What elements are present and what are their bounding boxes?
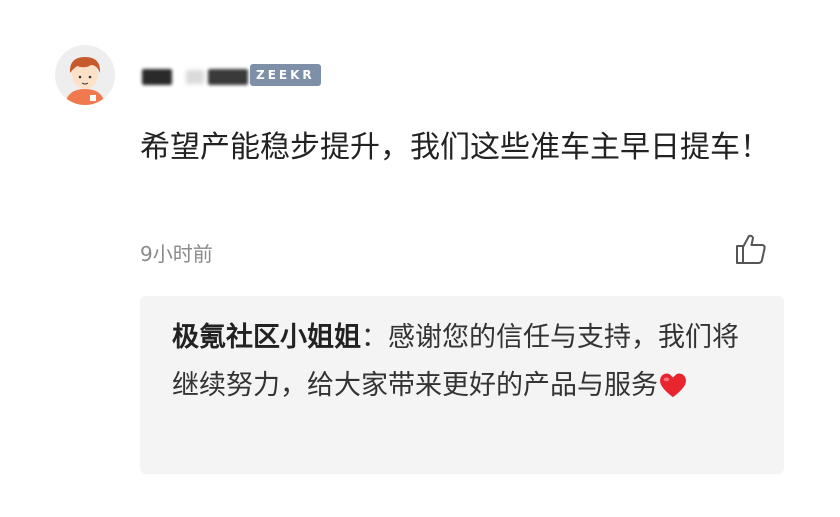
comment-timestamp: 9小时前 [140, 242, 213, 266]
redacted-block [142, 69, 172, 85]
comment-text: 希望产能稳步提升，我们这些准车主早日提车！ [140, 130, 770, 165]
username-redacted[interactable] [142, 64, 248, 90]
official-reply-box: 极氪社区小姐姐：感谢您的信任与支持，我们将继续努力，给大家带来更好的产品与服务 [140, 296, 784, 474]
avatar[interactable] [55, 45, 115, 105]
reply-separator: ： [361, 322, 388, 353]
reply-content: 极氪社区小姐姐：感谢您的信任与支持，我们将继续努力，给大家带来更好的产品与服务 [172, 314, 762, 410]
redacted-block [186, 70, 204, 84]
zeekr-badge: ZEEKR [250, 64, 321, 86]
reply-author[interactable]: 极氪社区小姐姐 [172, 322, 361, 353]
thumbs-up-icon[interactable] [734, 232, 768, 266]
redacted-block [208, 69, 248, 85]
cartoon-avatar-icon [55, 45, 115, 105]
red-heart-icon [660, 373, 686, 398]
